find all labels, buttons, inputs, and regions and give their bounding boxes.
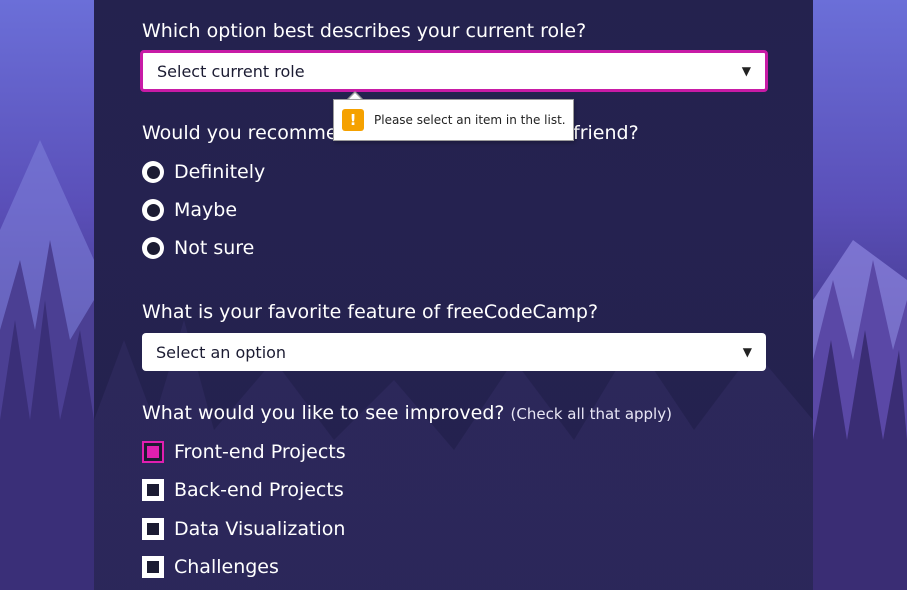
background-scenery-right [813,0,907,590]
role-question-label: Which option best describes your current… [142,20,587,42]
checkbox-label: Front-end Projects [174,441,346,463]
checkbox-option-data-visualization[interactable]: Data Visualization [142,516,345,542]
radio-option-maybe[interactable]: Maybe [142,197,237,223]
role-select-value: Select current role [157,61,305,81]
chevron-down-icon: ▼ [742,345,752,359]
recommend-label-start: Would you recomme [142,122,338,144]
radio-option-not-sure[interactable]: Not sure [142,235,254,261]
checkbox-option-front-end[interactable]: Front-end Projects [142,439,346,465]
radio-button[interactable] [142,161,164,183]
chevron-down-icon: ▼ [741,64,751,78]
checkbox-option-challenges[interactable]: Challenges [142,554,279,580]
recommend-question-label-end: friend? [573,122,639,144]
checkbox-label: Data Visualization [174,518,346,540]
recommend-question-label: Would you recomme [142,121,338,145]
warning-icon: ! [342,109,364,131]
feature-select-value: Select an option [156,342,287,362]
tooltip-message: Please select an item in the list. [374,113,566,127]
checkbox[interactable] [142,441,164,463]
radio-button[interactable] [142,199,164,221]
feature-select[interactable]: Select an option ▼ [142,333,766,371]
checkbox-label: Challenges [174,556,279,578]
improve-label-text: What would you like to see improved? [142,402,505,424]
checkbox-label: Back-end Projects [174,479,344,501]
improve-question-label: What would you like to see improved? (Ch… [142,401,672,426]
radio-label: Definitely [174,161,266,183]
radio-label: Maybe [174,199,238,221]
checkbox[interactable] [142,479,164,501]
improve-label-note: (Check all that apply) [510,405,672,423]
feature-question-label: What is your favorite feature of freeCod… [142,301,599,323]
radio-option-definitely[interactable]: Definitely [142,159,265,185]
validation-tooltip: ! Please select an item in the list. [333,99,574,141]
radio-label: Not sure [174,237,255,259]
checkbox[interactable] [142,556,164,578]
survey-form-panel: Which option best describes your current… [94,0,813,590]
role-select[interactable]: Select current role ▼ [140,50,768,92]
checkbox-option-back-end[interactable]: Back-end Projects [142,477,344,503]
checkbox[interactable] [142,518,164,540]
radio-button[interactable] [142,237,164,259]
background-scenery-left [0,0,94,590]
